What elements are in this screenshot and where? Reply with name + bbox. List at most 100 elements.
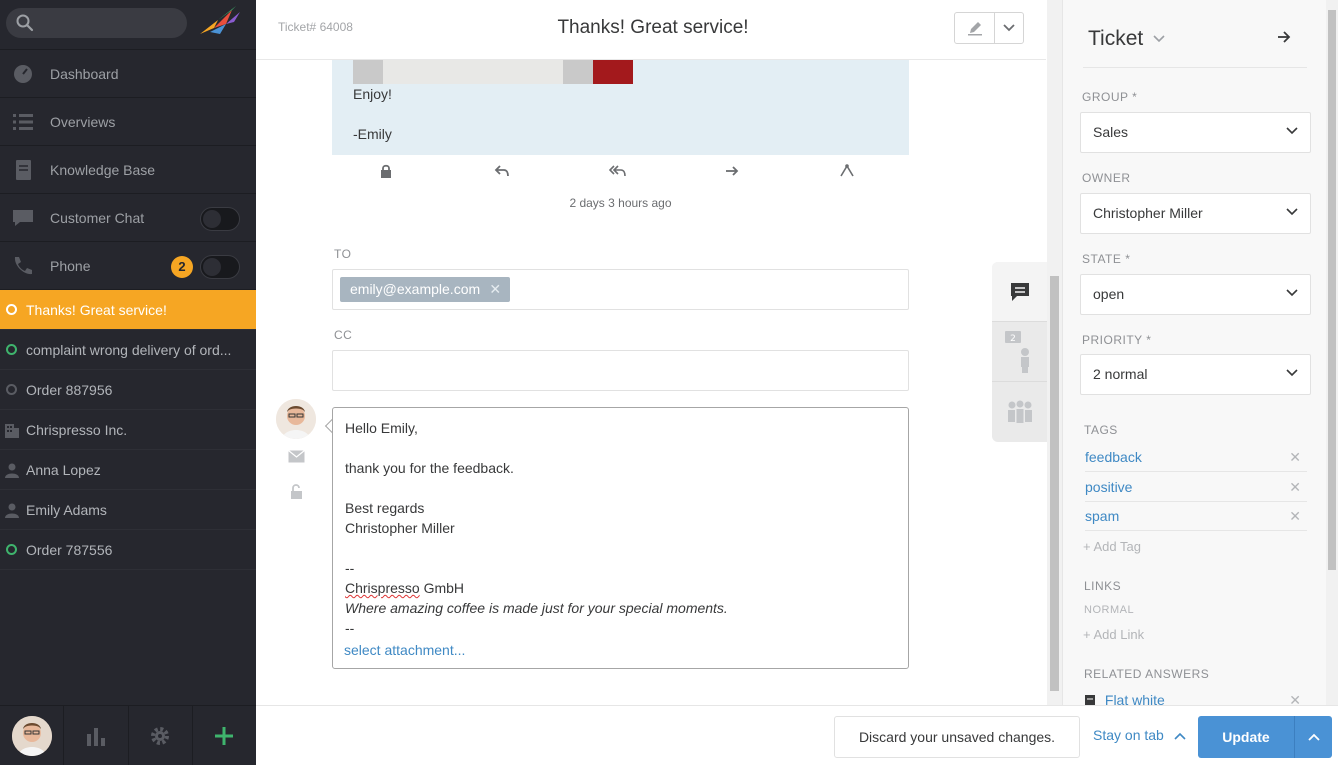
priority-select[interactable]: 2 normal <box>1080 354 1311 395</box>
bar-chart-icon <box>86 727 105 746</box>
status-dot-icon <box>6 304 17 315</box>
nav-label: Overviews <box>50 113 116 130</box>
panel-scrollbar[interactable] <box>1326 0 1338 705</box>
article-timestamp: 2 days 3 hours ago <box>569 196 672 210</box>
internal-toggle-button[interactable] <box>290 483 304 502</box>
task-ticket[interactable]: Order 887956 <box>0 370 256 410</box>
owner-select[interactable]: Christopher Miller <box>1080 193 1311 234</box>
recipient-token[interactable]: emily@example.com ✕ <box>340 277 511 302</box>
reply-all-button[interactable] <box>608 164 627 181</box>
cc-field[interactable] <box>332 350 909 391</box>
task-label: Emily Adams <box>26 501 107 518</box>
update-options-button[interactable] <box>1294 716 1332 758</box>
nav-customer-chat[interactable]: Customer Chat <box>0 194 256 242</box>
task-organization[interactable]: Chrispresso Inc. <box>0 410 256 450</box>
links-normal-label: NORMAL <box>1084 604 1135 616</box>
list-icon <box>13 114 33 130</box>
tag-label: positive <box>1085 479 1133 495</box>
nav-knowledge-base[interactable]: Knowledge Base <box>0 146 256 194</box>
ticket-title[interactable]: Thanks! Great service! <box>256 17 1050 39</box>
remove-tag-icon[interactable]: ✕ <box>1289 501 1301 531</box>
avatar[interactable] <box>11 715 52 756</box>
state-value: open <box>1093 286 1125 302</box>
state-select[interactable]: open <box>1080 274 1311 315</box>
tab-organization[interactable] <box>992 382 1048 442</box>
phone-toggle[interactable] <box>200 255 240 279</box>
to-field[interactable]: emily@example.com ✕ <box>332 269 909 310</box>
nav-phone[interactable]: Phone 2 <box>0 242 256 290</box>
task-label: Thanks! Great service! <box>26 301 167 318</box>
panel-title[interactable]: Ticket <box>1088 27 1165 51</box>
task-ticket[interactable]: Order 787556 <box>0 530 256 570</box>
search-input[interactable] <box>6 8 187 38</box>
owner-value: Christopher Miller <box>1093 205 1203 221</box>
nav-dashboard[interactable]: Dashboard <box>0 50 256 98</box>
tag-item[interactable]: spam ✕ <box>1085 501 1307 531</box>
update-button[interactable]: Update <box>1198 716 1294 758</box>
editor-line: Christopher Miller <box>345 520 455 536</box>
scrollbar-thumb[interactable] <box>1328 10 1336 570</box>
reply-editor[interactable]: Hello Emily, thank you for the feedback.… <box>332 407 909 669</box>
add-tag-link[interactable]: + Add Tag <box>1083 539 1141 554</box>
tag-item[interactable]: feedback ✕ <box>1085 442 1307 472</box>
select-attachment-link[interactable]: select attachment... <box>344 640 465 660</box>
group-select[interactable]: Sales <box>1080 112 1311 153</box>
task-user[interactable]: Anna Lopez <box>0 450 256 490</box>
status-dot-icon <box>6 544 17 555</box>
task-label: Anna Lopez <box>26 461 101 478</box>
reply-icon <box>494 165 509 177</box>
reporting-button[interactable] <box>64 706 129 765</box>
remove-recipient-icon[interactable]: ✕ <box>489 277 501 302</box>
tags-label: TAGS <box>1084 423 1118 437</box>
editor-line: -- <box>345 620 355 636</box>
nav-label: Customer Chat <box>50 209 145 226</box>
user-avatar-cell[interactable] <box>0 706 65 765</box>
envelope-icon <box>288 450 305 463</box>
edit-button[interactable] <box>955 13 996 43</box>
article-text: Enjoy! <box>353 86 392 102</box>
reply-button[interactable] <box>494 164 510 181</box>
split-button[interactable] <box>839 164 855 181</box>
links-label: LINKS <box>1084 579 1122 593</box>
divider <box>1083 67 1307 68</box>
sidebar-bottom-bar <box>0 705 256 765</box>
bottom-action-bar: Discard your unsaved changes. Stay on ta… <box>256 705 1338 765</box>
nav-label: Dashboard <box>50 65 119 82</box>
lock-icon <box>381 164 391 178</box>
tag-label: spam <box>1085 508 1120 524</box>
discard-changes-button[interactable]: Discard your unsaved changes. <box>834 716 1080 758</box>
task-ticket[interactable]: complaint wrong delivery of ord... <box>0 330 256 370</box>
main-scrollbar[interactable] <box>1047 0 1062 705</box>
ticket-actions-button[interactable] <box>954 12 1024 44</box>
add-link-link[interactable]: + Add Link <box>1083 627 1144 642</box>
collapse-panel-button[interactable] <box>1277 30 1291 47</box>
logo-icon[interactable] <box>196 4 242 42</box>
actions-dropdown-button[interactable] <box>995 13 1023 43</box>
remove-tag-icon[interactable]: ✕ <box>1289 472 1301 502</box>
create-new-button[interactable] <box>193 706 256 765</box>
search-row <box>0 0 256 50</box>
chevron-down-icon <box>1286 369 1298 377</box>
tag-item[interactable]: positive ✕ <box>1085 472 1307 502</box>
tab-ticket[interactable] <box>992 262 1048 322</box>
article-image[interactable] <box>353 60 633 84</box>
remove-tag-icon[interactable]: ✕ <box>1289 442 1301 472</box>
image-highlight <box>383 60 563 84</box>
scrollbar-thumb[interactable] <box>1050 276 1059 691</box>
email-type-button[interactable] <box>288 450 305 466</box>
forward-button[interactable] <box>724 164 740 181</box>
task-ticket-active[interactable]: Thanks! Great service! <box>0 290 256 330</box>
internal-lock-button[interactable] <box>380 164 392 181</box>
stay-on-tab-dropdown[interactable]: Stay on tab <box>1093 727 1186 743</box>
update-button-group: Update <box>1198 716 1332 758</box>
article-actions <box>332 162 909 184</box>
to-label: TO <box>334 247 352 261</box>
user-icon <box>5 503 19 518</box>
chevron-up-icon <box>1174 732 1186 740</box>
avatar <box>276 399 316 439</box>
nav-overviews[interactable]: Overviews <box>0 98 256 146</box>
tab-customer[interactable]: 2 <box>992 322 1048 382</box>
customer-chat-toggle[interactable] <box>200 207 240 231</box>
task-user[interactable]: Emily Adams <box>0 490 256 530</box>
settings-button[interactable] <box>129 706 193 765</box>
